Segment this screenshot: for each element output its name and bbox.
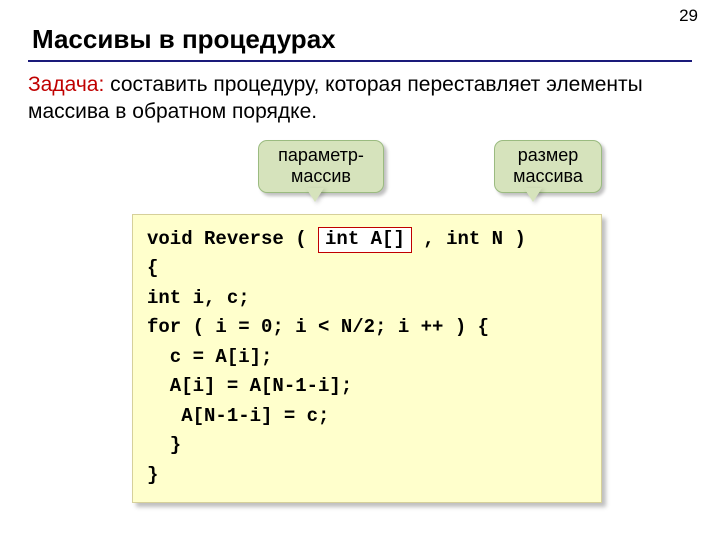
code-l3: int i, c; [147,287,250,309]
task-label: Задача: [28,73,104,96]
callout-tail-right [524,188,542,202]
code-l9: } [147,464,158,486]
code-l1a: void Reverse ( [147,228,318,250]
code-l1b: , int N ) [412,228,526,250]
title-rule [28,60,692,62]
code-l7: A[N-1-i] = c; [147,405,329,427]
slide-title: Массивы в процедурах [32,24,336,55]
code-l6: A[i] = A[N-1-i]; [147,375,352,397]
slide: 29 Массивы в процедурах Задача: составит… [0,0,720,540]
code-l2: { [147,257,158,279]
code-l5: c = A[i]; [147,346,272,368]
page-number: 29 [679,6,698,26]
code-block: void Reverse ( int A[] , int N ) { int i… [132,214,602,503]
code-l8: } [147,434,181,456]
code-highlight-int-a: int A[] [318,227,412,253]
callout-param-array: параметр-массив [258,140,384,193]
task-text: Задача: составить процедуру, которая пер… [28,72,684,126]
task-body: составить процедуру, которая переставляе… [28,73,643,123]
callout-array-size: размер массива [494,140,602,193]
code-l4: for ( i = 0; i < N/2; i ++ ) { [147,316,489,338]
callout-tail-left [306,188,324,202]
callouts-row: параметр-массив размер массива [0,140,720,216]
